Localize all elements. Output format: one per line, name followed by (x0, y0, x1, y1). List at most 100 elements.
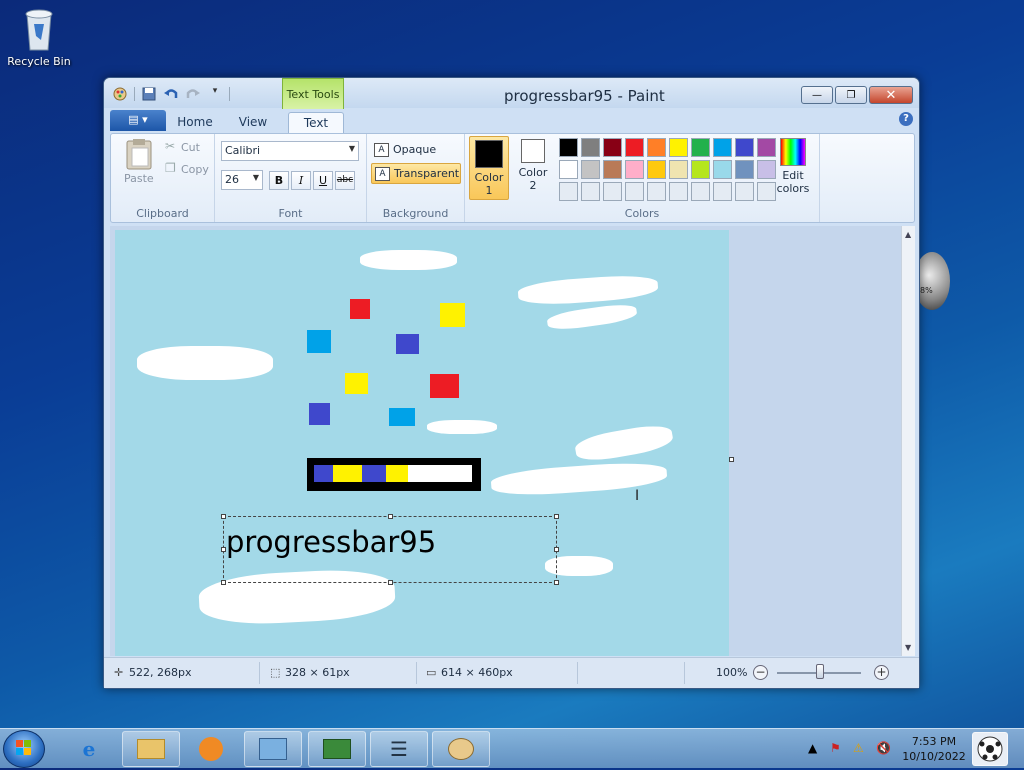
strikethrough-button[interactable]: abc (335, 171, 355, 190)
drawing-canvas[interactable]: progressbar95 I (115, 230, 729, 656)
palette-swatch[interactable] (603, 138, 622, 157)
title-bar[interactable]: ▾ Text Tools progressbar95 - Paint — ❐ ✕ (104, 78, 919, 109)
progress-segment (333, 465, 362, 482)
custom-color-slot[interactable] (735, 182, 754, 201)
palette-swatch[interactable] (669, 138, 688, 157)
start-button[interactable] (3, 730, 45, 768)
help-icon[interactable]: ? (899, 112, 913, 126)
palette-swatch[interactable] (559, 160, 578, 179)
cut-button[interactable]: ✂ Cut (163, 139, 209, 157)
custom-color-slot[interactable] (603, 182, 622, 201)
save-icon[interactable] (141, 86, 157, 102)
custom-color-slot[interactable] (559, 182, 578, 201)
minimize-button[interactable]: — (801, 86, 833, 104)
paint-app-icon[interactable] (112, 86, 128, 102)
close-button[interactable]: ✕ (869, 86, 913, 104)
paste-button[interactable]: Paste (121, 138, 157, 188)
custom-color-slot[interactable] (581, 182, 600, 201)
resize-handle[interactable] (221, 514, 226, 519)
transparent-button[interactable]: A Transparent (371, 163, 461, 184)
palette-swatch[interactable] (691, 160, 710, 179)
color1-button[interactable]: Color 1 (469, 136, 509, 200)
palette-swatch[interactable] (581, 160, 600, 179)
show-hidden-icons[interactable]: ▲ (808, 741, 817, 755)
resize-handle[interactable] (388, 580, 393, 585)
resize-handle[interactable] (388, 514, 393, 519)
list-icon: ☰ (390, 737, 408, 761)
resize-handle[interactable] (221, 580, 226, 585)
palette-swatch[interactable] (647, 160, 666, 179)
taskbar-list-app[interactable]: ☰ (370, 731, 428, 767)
selection-icon: ⬚ (270, 666, 281, 679)
color-wheel-icon (780, 138, 806, 166)
palette-swatch[interactable] (713, 160, 732, 179)
action-center-icon[interactable]: ⚑ (830, 741, 841, 755)
palette-swatch[interactable] (625, 160, 644, 179)
copy-button[interactable]: ❐ Copy (163, 161, 209, 179)
font-family-select[interactable]: Calibri ▼ (221, 141, 359, 161)
italic-button[interactable]: I (291, 171, 311, 190)
zoom-slider-thumb[interactable] (816, 664, 824, 679)
edit-colors-button[interactable]: Edit colors (773, 138, 813, 198)
user-picture-button[interactable] (972, 732, 1008, 766)
recycle-bin-shortcut[interactable]: Recycle Bin (4, 6, 74, 68)
taskbar-explorer[interactable] (122, 731, 180, 767)
progress-bar-track (314, 465, 472, 482)
resize-handle[interactable] (554, 514, 559, 519)
selection-size: ⬚ 328 × 61px (270, 666, 350, 679)
taskbar-media-player[interactable] (182, 731, 240, 767)
color2-button[interactable]: Color 2 (515, 139, 551, 199)
resize-handle[interactable] (554, 580, 559, 585)
clock[interactable]: 7:53 PM 10/10/2022 (898, 734, 970, 764)
custom-color-slot[interactable] (625, 182, 644, 201)
font-size-select[interactable]: 26 ▼ (221, 170, 263, 190)
taskbar-paint[interactable] (432, 731, 490, 767)
taskbar-control-panel[interactable] (244, 731, 302, 767)
font-size-value: 26 (225, 173, 239, 186)
bold-button[interactable]: B (269, 171, 289, 190)
underline-button[interactable]: U (313, 171, 333, 190)
taskbar-internet-explorer[interactable]: e (60, 731, 118, 767)
tab-home[interactable]: Home (170, 112, 220, 133)
scroll-down-icon[interactable]: ▼ (905, 643, 911, 652)
font-family-value: Calibri (225, 144, 261, 157)
opaque-button[interactable]: A Opaque (371, 140, 461, 161)
custom-color-slot[interactable] (713, 182, 732, 201)
customize-qat-icon[interactable]: ▾ (207, 86, 223, 102)
palette-swatch[interactable] (559, 138, 578, 157)
vertical-scrollbar[interactable]: ▲ ▼ (901, 226, 915, 656)
palette-swatch[interactable] (735, 160, 754, 179)
palette-swatch[interactable] (713, 138, 732, 157)
custom-color-slot[interactable] (647, 182, 666, 201)
palette-swatch[interactable] (625, 138, 644, 157)
scroll-up-icon[interactable]: ▲ (905, 230, 911, 239)
palette-swatch[interactable] (647, 138, 666, 157)
redo-icon[interactable] (185, 86, 201, 102)
maximize-button[interactable]: ❐ (835, 86, 867, 104)
palette-swatch[interactable] (581, 138, 600, 157)
custom-color-slot[interactable] (669, 182, 688, 201)
taskbar-remote-app[interactable] (308, 731, 366, 767)
tab-text[interactable]: Text (288, 112, 344, 133)
canvas-text[interactable]: progressbar95 (226, 525, 436, 559)
paint-menu-button[interactable]: ▤ ▾ (110, 110, 166, 131)
undo-icon[interactable] (163, 86, 179, 102)
palette-swatch[interactable] (735, 138, 754, 157)
divider (259, 662, 260, 684)
zoom-in-button[interactable]: + (874, 665, 889, 680)
palette-swatch[interactable] (603, 160, 622, 179)
volume-muted-icon[interactable]: 🔇 (876, 741, 891, 755)
warning-icon[interactable]: ⚠ (853, 741, 864, 755)
canvas-resize-handle[interactable] (729, 457, 734, 462)
zoom-out-button[interactable]: − (753, 665, 768, 680)
font-group: Calibri ▼ 26 ▼ B I U abc Font (215, 134, 367, 222)
tab-view[interactable]: View (228, 112, 278, 133)
custom-color-slot[interactable] (691, 182, 710, 201)
palette-swatch[interactable] (691, 138, 710, 157)
text-box[interactable]: progressbar95 (221, 514, 559, 585)
resize-handle[interactable] (554, 547, 559, 552)
palette-swatch[interactable] (669, 160, 688, 179)
background-group: A Opaque A Transparent Background (367, 134, 465, 222)
resize-handle[interactable] (221, 547, 226, 552)
copy-icon: ❐ (165, 161, 176, 175)
